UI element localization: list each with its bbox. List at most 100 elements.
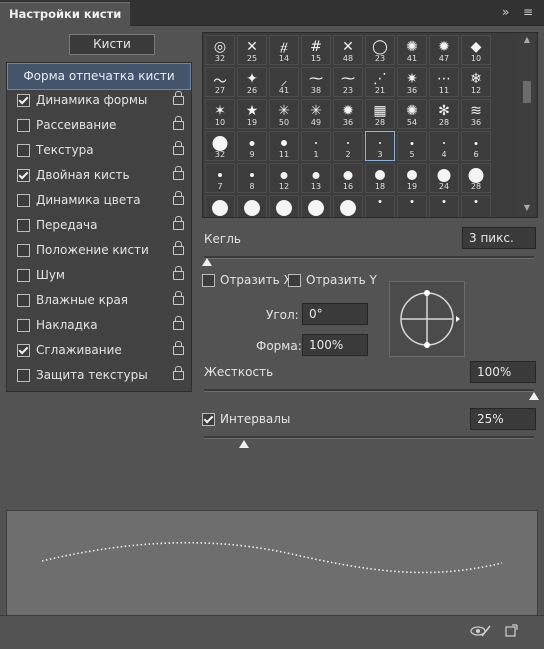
- option-item[interactable]: Двойная кисть: [7, 163, 191, 188]
- brush-tip-cell[interactable]: ⸝ 41: [269, 67, 299, 97]
- brushes-button[interactable]: Кисти: [69, 34, 155, 55]
- brush-tip-cell[interactable]: ✺ 41: [397, 35, 427, 65]
- brush-tip-cell[interactable]: [397, 195, 427, 217]
- grid-scrollbar[interactable]: ▲ ▼: [519, 33, 535, 215]
- option-item[interactable]: Сглаживание: [7, 338, 191, 363]
- brush-tip-cell[interactable]: ✹ 47: [429, 35, 459, 65]
- brush-tip-cell[interactable]: 9: [237, 131, 267, 161]
- option-checkbox[interactable]: [17, 119, 30, 132]
- angle-roundness-widget[interactable]: [389, 281, 465, 357]
- option-checkbox[interactable]: [17, 319, 30, 332]
- option-item[interactable]: Рассеивание: [7, 113, 191, 138]
- brush-tip-cell[interactable]: #15: [301, 35, 331, 65]
- brush-tip-cell[interactable]: 32: [205, 131, 235, 161]
- spacing-checkbox[interactable]: [202, 413, 215, 426]
- toggle-live-tip-preview-icon[interactable]: [470, 624, 492, 638]
- brush-tip-cell[interactable]: 3: [365, 131, 395, 161]
- lock-icon[interactable]: [173, 116, 184, 130]
- brush-tip-cell[interactable]: 13: [301, 163, 331, 193]
- brush-tip-cell[interactable]: ◯ 23: [365, 35, 395, 65]
- option-checkbox[interactable]: [17, 219, 30, 232]
- option-item[interactable]: Шум: [7, 263, 191, 288]
- brush-tip-cell[interactable]: ❄ 12: [461, 67, 491, 97]
- lock-icon[interactable]: [173, 241, 184, 255]
- lock-icon[interactable]: [173, 141, 184, 155]
- spacing-slider-handle[interactable]: [238, 440, 249, 448]
- brush-tip-cell[interactable]: 28: [461, 163, 491, 193]
- brush-tip-shape-item[interactable]: Форма отпечатка кисти: [7, 63, 191, 90]
- brush-tip-cell[interactable]: [333, 195, 363, 217]
- brush-tip-cell[interactable]: 7: [205, 163, 235, 193]
- brush-tip-cell[interactable]: ✶ 10: [205, 99, 235, 129]
- brush-tip-cell[interactable]: 6: [461, 131, 491, 161]
- lock-icon[interactable]: [173, 316, 184, 330]
- brush-tip-cell[interactable]: [269, 195, 299, 217]
- brush-tip-cell[interactable]: ✕ 25: [237, 35, 267, 65]
- brush-tip-cell[interactable]: [429, 195, 459, 217]
- option-item[interactable]: Влажные края: [7, 288, 191, 313]
- brush-tip-cell[interactable]: [365, 195, 395, 217]
- lock-icon[interactable]: [173, 366, 184, 380]
- brush-tip-cell[interactable]: ▦ 28: [365, 99, 395, 129]
- flip-y-checkbox[interactable]: [288, 274, 301, 287]
- option-checkbox[interactable]: [17, 369, 30, 382]
- brush-tip-cell[interactable]: ✺ 54: [397, 99, 427, 129]
- lock-icon[interactable]: [173, 291, 184, 305]
- brush-tip-cell[interactable]: ★ 19: [237, 99, 267, 129]
- option-item[interactable]: Текстура: [7, 138, 191, 163]
- lock-icon[interactable]: [173, 91, 184, 105]
- brush-tip-cell[interactable]: ✦ 26: [237, 67, 267, 97]
- size-slider-track[interactable]: [204, 256, 534, 259]
- brush-tip-cell[interactable]: 19: [397, 163, 427, 193]
- option-item[interactable]: Динамика формы: [7, 88, 191, 113]
- roundness-input[interactable]: 100%: [302, 334, 368, 356]
- tab-brush-settings[interactable]: Настройки кисти: [0, 2, 131, 26]
- lock-icon[interactable]: [173, 216, 184, 230]
- hardness-input[interactable]: 100%: [470, 361, 536, 383]
- brush-tip-cell[interactable]: ⋯ 11: [429, 67, 459, 97]
- brush-tip-cell[interactable]: ⧣ 14: [269, 35, 299, 65]
- size-slider-handle[interactable]: [202, 258, 213, 266]
- brush-tip-cell[interactable]: ⋰ 21: [365, 67, 395, 97]
- brush-tip-cell[interactable]: 2: [333, 131, 363, 161]
- spacing-slider-track[interactable]: [204, 436, 534, 439]
- brush-tip-cell[interactable]: 8: [237, 163, 267, 193]
- option-checkbox[interactable]: [17, 194, 30, 207]
- lock-icon[interactable]: [173, 341, 184, 355]
- option-item[interactable]: Положение кисти: [7, 238, 191, 263]
- option-checkbox[interactable]: [17, 94, 30, 107]
- brush-tip-cell[interactable]: [237, 195, 267, 217]
- option-checkbox[interactable]: [17, 344, 30, 357]
- brush-tip-cell[interactable]: 4: [429, 131, 459, 161]
- create-new-brush-icon[interactable]: [504, 624, 518, 638]
- brush-tip-cell[interactable]: ⁓ 23: [333, 67, 363, 97]
- brush-tip-cell[interactable]: 24: [429, 163, 459, 193]
- lock-icon[interactable]: [173, 166, 184, 180]
- brush-tip-cell[interactable]: ✹ 36: [333, 99, 363, 129]
- option-checkbox[interactable]: [17, 144, 30, 157]
- brush-tip-grid[interactable]: ◎ 32 ✕ 25 ⧣ 14 #15 ✕ 48 ◯ 23 ✺ 41 ✹ 47 ◆ 10 〜 27 ✦ 26 ⸝ 41 ⁓ 38 ⁓…: [202, 32, 538, 218]
- brush-tip-cell[interactable]: ◎ 32: [205, 35, 235, 65]
- brush-tip-cell[interactable]: [205, 195, 235, 217]
- brush-tip-cell[interactable]: ✷ 36: [397, 67, 427, 97]
- brush-tip-cell[interactable]: ✳ 49: [301, 99, 331, 129]
- flip-x-checkbox[interactable]: [202, 274, 215, 287]
- brush-tip-cell[interactable]: 1: [301, 131, 331, 161]
- size-input[interactable]: 3 пикс.: [462, 227, 536, 249]
- panel-menu-icon[interactable]: ≡: [523, 5, 533, 19]
- option-checkbox[interactable]: [17, 269, 30, 282]
- hardness-slider-handle[interactable]: [529, 392, 539, 400]
- brush-tip-cell[interactable]: ✻ 28: [429, 99, 459, 129]
- option-checkbox[interactable]: [17, 294, 30, 307]
- scroll-down-icon[interactable]: ▼: [519, 203, 535, 212]
- lock-icon[interactable]: [173, 191, 184, 205]
- scroll-thumb[interactable]: [523, 81, 531, 103]
- brush-tip-cell[interactable]: ≋ 36: [461, 99, 491, 129]
- collapse-panel-icon[interactable]: »: [502, 5, 509, 19]
- brush-tip-cell[interactable]: 11: [269, 131, 299, 161]
- option-item[interactable]: Защита текстуры: [7, 363, 191, 388]
- option-checkbox[interactable]: [17, 244, 30, 257]
- brush-tip-cell[interactable]: [461, 195, 491, 217]
- option-checkbox[interactable]: [17, 169, 30, 182]
- brush-tip-cell[interactable]: 18: [365, 163, 395, 193]
